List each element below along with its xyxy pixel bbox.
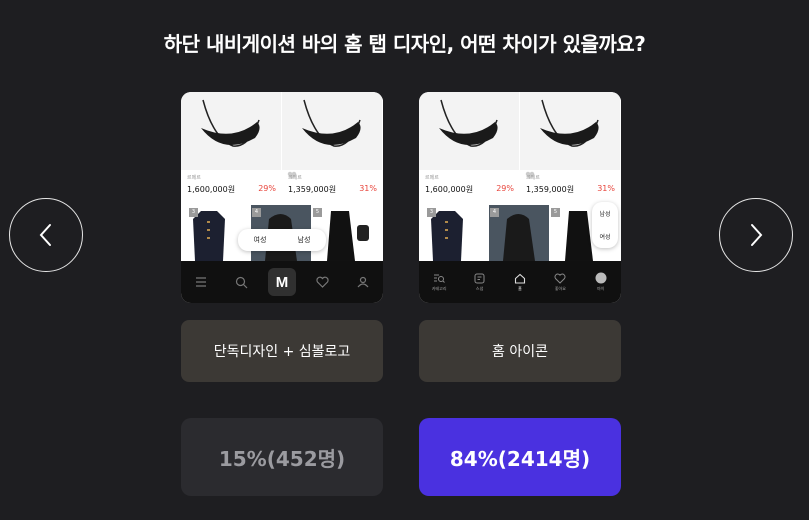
option-b-button[interactable]: 홈 아이콘 xyxy=(419,320,621,382)
gender-toggle[interactable]: 여성 남성 xyxy=(238,229,326,251)
product-brand: 르메르 xyxy=(425,175,439,181)
rank-badge: 5 xyxy=(313,208,322,217)
category-search-icon xyxy=(434,274,446,283)
rank-badge: 3 xyxy=(189,208,198,217)
product-brand: 르메르 xyxy=(526,175,540,181)
tab-my[interactable] xyxy=(346,265,380,299)
product-discount: 29% xyxy=(496,184,514,193)
product-info: 르메르 1,600,000원 29% xyxy=(181,172,282,202)
rank-badge: 3 xyxy=(427,208,436,217)
option-b-preview: 르메르 1,600,000원 29% 르메르 1,359,000원 31% 3 … xyxy=(419,92,621,303)
option-a-button[interactable]: 단독디자인 + 심볼로고 xyxy=(181,320,383,382)
option-b-result: 84%(2414명) xyxy=(419,418,621,496)
product-info: 르메르 1,600,000원 29% xyxy=(419,172,520,202)
product-image xyxy=(419,92,535,179)
next-button[interactable] xyxy=(719,198,793,272)
m-logo-icon: M xyxy=(267,268,296,296)
search-icon xyxy=(235,276,248,288)
avatar-icon xyxy=(595,272,607,284)
product-brand: 르메르 xyxy=(187,175,201,181)
product-discount: 31% xyxy=(359,184,377,193)
tab-likes[interactable]: 좋아요 xyxy=(543,265,577,299)
gender-option[interactable]: 남성 xyxy=(599,209,610,218)
tab-menu[interactable] xyxy=(184,265,218,299)
tab-likes[interactable] xyxy=(305,265,339,299)
menu-icon xyxy=(196,277,207,287)
rank-badge: 4 xyxy=(490,208,499,217)
chevron-right-icon xyxy=(751,224,763,246)
tab-label: 마이 xyxy=(597,286,605,291)
bottom-nav-bar: 카테고리 스냅 홈 좋아요 마이 xyxy=(419,261,621,303)
product-thumbnails: 3 4 5 xyxy=(419,205,621,261)
product-image xyxy=(181,92,297,179)
question-title: 하단 내비게이션 바의 홈 탭 디자인, 어떤 차이가 있을까요? xyxy=(163,32,646,56)
gender-option[interactable]: 여성 xyxy=(599,232,610,241)
product-discount: 29% xyxy=(258,184,276,193)
option-a-result: 15%(452명) xyxy=(181,418,383,496)
home-icon xyxy=(514,273,526,284)
option-a-preview: 르메르 1,600,000원 29% 르메르 1,359,000원 31% 3 … xyxy=(181,92,383,303)
product-discount: 31% xyxy=(597,184,615,193)
product-image xyxy=(520,92,621,170)
product-brand: 르메르 xyxy=(288,175,302,181)
product-image xyxy=(282,92,383,170)
rank-badge: 5 xyxy=(551,208,560,217)
bottom-nav-bar: M xyxy=(181,261,383,303)
product-info: 르메르 1,359,000원 31% xyxy=(520,172,621,202)
snap-icon xyxy=(474,273,485,283)
gender-option[interactable]: 여성 xyxy=(254,235,267,245)
tab-label: 홈 xyxy=(518,285,522,291)
tab-label: 스냅 xyxy=(475,285,484,291)
tab-my[interactable]: 마이 xyxy=(584,265,618,299)
gender-option[interactable]: 남성 xyxy=(298,235,311,245)
tab-home[interactable]: M xyxy=(265,265,299,299)
heart-icon xyxy=(316,276,329,288)
tab-category[interactable]: 카테고리 xyxy=(422,265,456,299)
chevron-left-icon xyxy=(39,224,51,246)
person-icon xyxy=(357,276,369,288)
tab-label: 카테고리 xyxy=(431,285,447,291)
gender-toggle[interactable]: 남성 여성 xyxy=(592,202,618,248)
previous-button[interactable] xyxy=(9,198,83,272)
tab-snap[interactable]: 스냅 xyxy=(463,265,497,299)
rank-badge: 4 xyxy=(252,208,261,217)
tab-home[interactable]: 홈 xyxy=(503,265,537,299)
product-info: 르메르 1,359,000원 31% xyxy=(282,172,383,202)
tab-label: 좋아요 xyxy=(554,285,566,291)
heart-icon xyxy=(554,273,566,284)
tab-search[interactable] xyxy=(225,265,259,299)
